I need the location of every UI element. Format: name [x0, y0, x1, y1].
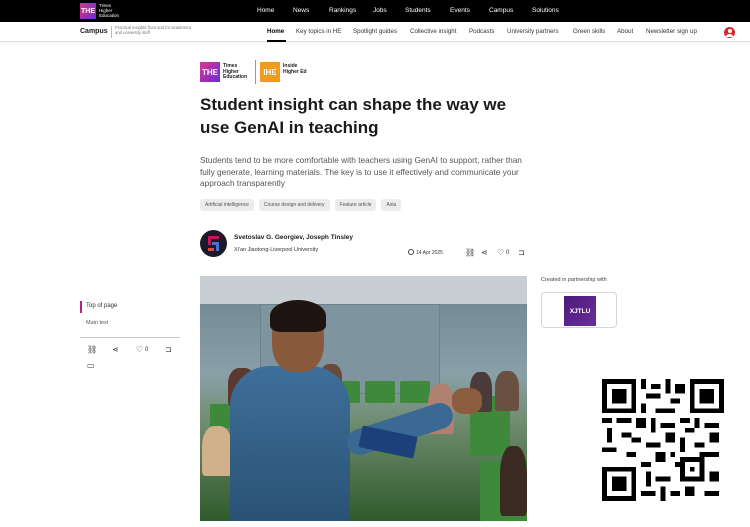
brand-divider — [255, 60, 256, 84]
top-navigation-bar: THE Times Higher Education Home News Ran… — [0, 0, 750, 22]
campus-section-title[interactable]: Campus — [80, 28, 108, 35]
subnav-newsletter-sign-up[interactable]: Newsletter sign up — [646, 28, 697, 35]
user-account-icon[interactable] — [724, 27, 735, 38]
subnav-collective-insight[interactable]: Collective insight — [410, 28, 456, 35]
toc-top-of-page[interactable]: Top of page — [86, 303, 117, 309]
qr-code — [601, 379, 725, 501]
the-logo[interactable]: THE — [80, 3, 96, 19]
like-count: 0 — [506, 250, 510, 256]
sidebar-bookmark-icon[interactable]: ⊐ — [165, 346, 172, 354]
article-title: Student insight can shape the way we use… — [200, 95, 507, 137]
sidebar-share-icon[interactable]: ⋖ — [112, 346, 119, 354]
like-icon[interactable]: ♡ — [497, 249, 504, 257]
tag-artificial-intelligence[interactable]: Artificial intelligence — [200, 199, 254, 211]
article-lead: Students tend to be more comfortable wit… — [200, 155, 522, 188]
topnav-campus[interactable]: Campus — [489, 7, 513, 14]
xjtlu-logo: XJTLU — [564, 296, 596, 326]
share-icon[interactable]: ⋖ — [481, 249, 488, 257]
author-avatar[interactable] — [200, 230, 227, 257]
subnav-home[interactable]: Home — [267, 28, 284, 35]
article-tags: Artificial intelligence Course design an… — [200, 199, 402, 211]
clock-icon — [408, 249, 414, 255]
the-brand-text: Times Higher Education — [223, 63, 248, 80]
publish-date: 14 Apr 2025 — [416, 249, 443, 256]
subnav-about[interactable]: About — [617, 28, 633, 35]
ihe-brand-text: Inside Higher Ed — [283, 63, 307, 75]
topnav-news[interactable]: News — [293, 7, 309, 14]
topnav-solutions[interactable]: Solutions — [532, 7, 559, 14]
subnav-key-topics[interactable]: Key topics in HE — [296, 28, 341, 35]
campus-tagline: Practical insights from and for academic… — [115, 25, 192, 35]
article-hero-image — [200, 276, 527, 521]
tag-course-design[interactable]: Course design and delivery — [258, 199, 330, 211]
topnav-rankings[interactable]: Rankings — [329, 7, 356, 14]
copy-link-icon[interactable]: ⛓ — [465, 249, 475, 257]
topnav-students[interactable]: Students — [405, 7, 431, 14]
toc-main-text[interactable]: Main text — [86, 320, 108, 326]
subnav-podcasts[interactable]: Podcasts — [469, 28, 494, 35]
the-logo-text: Times Higher Education — [99, 3, 120, 18]
partner-label: Created in partnership with — [541, 277, 607, 283]
partner-card[interactable]: XJTLU — [541, 292, 617, 328]
comment-icon[interactable]: ▭ — [87, 362, 95, 370]
sidebar-divider — [80, 337, 180, 338]
sidebar-like-icon[interactable]: ♡ — [136, 346, 143, 354]
sidebar-like-count: 0 — [145, 347, 149, 353]
the-brand-logo[interactable]: THE — [200, 62, 220, 82]
campus-divider — [111, 26, 112, 38]
topnav-jobs[interactable]: Jobs — [373, 7, 387, 14]
topnav-events[interactable]: Events — [450, 7, 470, 14]
topnav-home[interactable]: Home — [257, 7, 274, 14]
subnav-green-skills[interactable]: Green skills — [573, 28, 605, 35]
toc-active-indicator — [80, 301, 82, 313]
active-tab-underline — [267, 40, 286, 42]
sidebar-copy-link-icon[interactable]: ⛓ — [87, 346, 97, 354]
bookmark-icon[interactable]: ⊐ — [518, 249, 525, 257]
tag-feature-article[interactable]: Feature article — [334, 199, 377, 211]
article-authors[interactable]: Svetoslav G. Georgiev, Joseph Tinsley — [234, 234, 353, 241]
subnav-spotlight-guides[interactable]: Spotlight guides — [353, 28, 397, 35]
campus-navigation-bar: Campus Practical insights from and for a… — [0, 22, 750, 42]
ihe-brand-logo[interactable]: IHE — [260, 62, 280, 82]
tag-asia[interactable]: Asia — [381, 199, 402, 211]
subnav-university-partners[interactable]: University partners — [507, 28, 559, 35]
author-affiliation[interactable]: Xi'an Jiaotong-Liverpool University — [234, 247, 318, 253]
